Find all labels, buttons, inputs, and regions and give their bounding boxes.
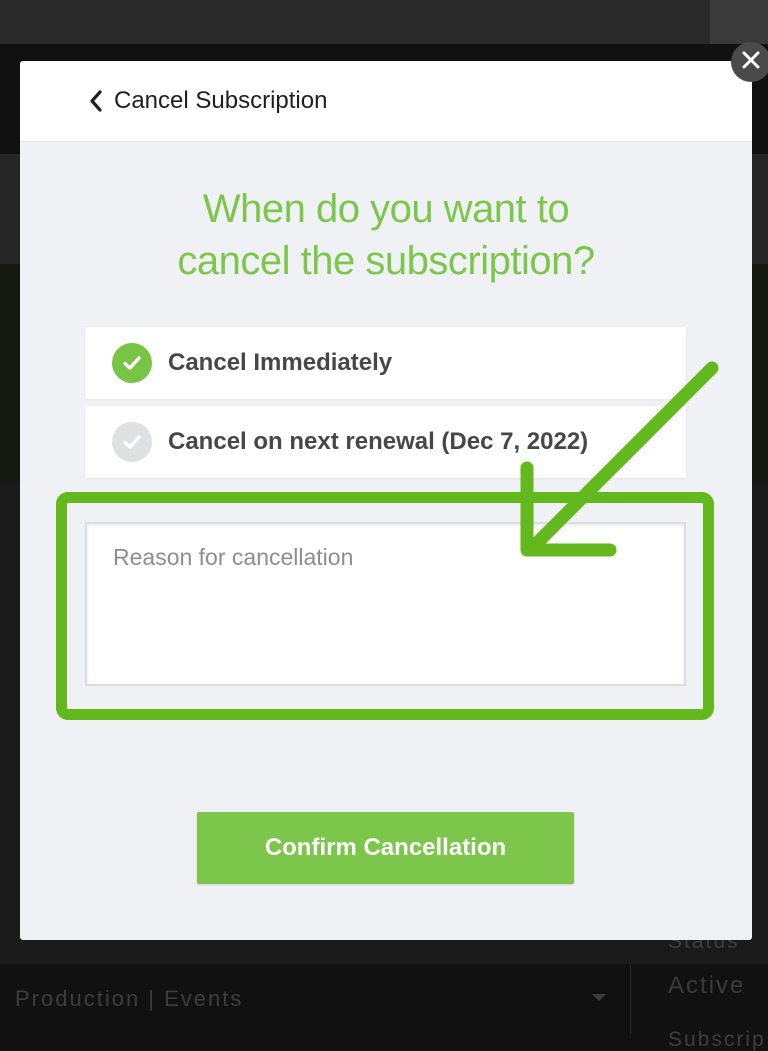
background-status-value: Active <box>668 972 746 999</box>
back-button[interactable]: Cancel Subscription <box>88 85 327 117</box>
option-label: Cancel Immediately <box>168 349 393 376</box>
chevron-left-icon <box>88 89 104 113</box>
close-icon <box>742 51 760 74</box>
question-line-1: When do you want to <box>202 187 570 231</box>
background-top-right-block <box>710 0 768 44</box>
check-icon <box>112 422 152 462</box>
background-subscription-label: Subscrip <box>668 1028 766 1051</box>
modal-header: Cancel Subscription <box>20 61 752 142</box>
background-top-bar <box>0 0 768 44</box>
background-project-select: Production | Events <box>0 964 631 1034</box>
background-select-value: Production | Events <box>15 986 244 1011</box>
option-label: Cancel on next renewal (Dec 7, 2022) <box>168 428 589 455</box>
back-button-label: Cancel Subscription <box>114 87 328 114</box>
option-cancel-on-renewal[interactable]: Cancel on next renewal (Dec 7, 2022) <box>85 406 686 478</box>
modal-question: When do you want to cancel the subscript… <box>20 183 752 287</box>
close-modal-button[interactable] <box>731 42 768 82</box>
caret-down-icon <box>592 994 606 1001</box>
check-icon <box>112 343 152 383</box>
question-line-2: cancel the subscription? <box>177 239 595 283</box>
option-cancel-immediately[interactable]: Cancel Immediately <box>85 327 686 399</box>
confirm-cancellation-button[interactable]: Confirm Cancellation <box>197 812 574 884</box>
cancel-subscription-modal: Cancel Subscription When do you want to … <box>20 61 752 940</box>
cancellation-reason-input[interactable] <box>85 522 686 686</box>
